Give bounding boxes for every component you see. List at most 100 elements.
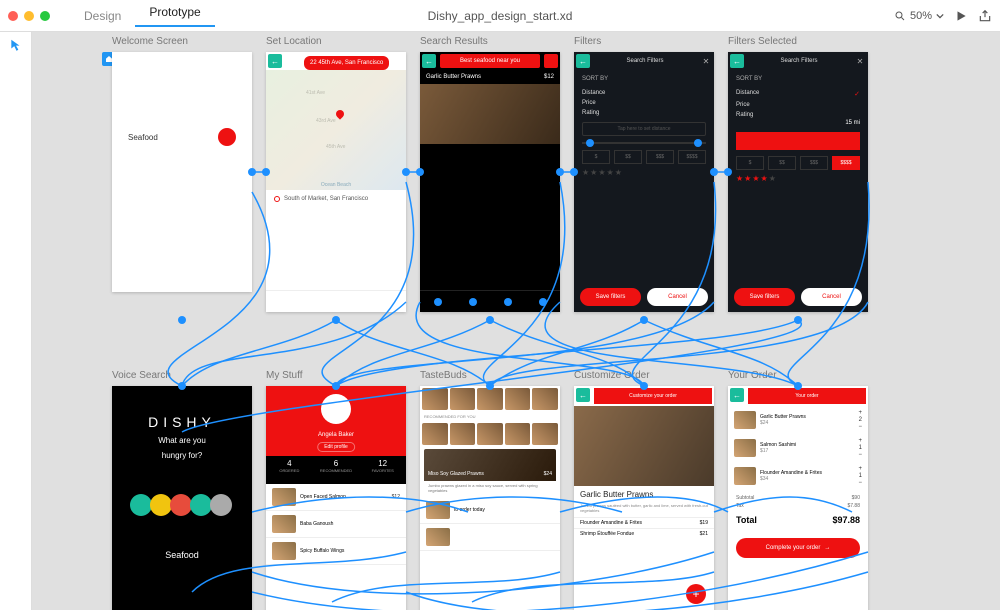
artboard-label[interactable]: Voice Search: [112, 370, 171, 381]
maximize-window-button[interactable]: [40, 11, 50, 21]
artboard-label[interactable]: TasteBuds: [420, 370, 467, 381]
artboard-label[interactable]: Search Results: [420, 36, 488, 47]
cart-item[interactable]: Garlic Butter Prawns$24+2−: [728, 406, 868, 434]
tab-bar[interactable]: [420, 290, 560, 312]
back-button[interactable]: ←: [730, 54, 744, 68]
stat-favorites[interactable]: 12favorites: [359, 456, 406, 484]
addon-row[interactable]: Flounder Amandine & Frites$19: [574, 517, 714, 528]
distance-input[interactable]: Tap here to set distance: [582, 122, 706, 136]
list-item[interactable]: Baba Ganoush: [266, 511, 406, 538]
artboard-voice-search[interactable]: Voice Search DISHY What are you hungry f…: [112, 386, 252, 610]
cancel-button[interactable]: Cancel: [647, 288, 708, 306]
zoom-control[interactable]: 50%: [894, 10, 944, 22]
sort-option-distance[interactable]: Distance: [574, 88, 714, 98]
list-item[interactable]: Spicy Buffalo Wings: [266, 538, 406, 565]
recommendation-strip[interactable]: [420, 421, 560, 447]
search-title-bar[interactable]: Best seafood near you: [440, 54, 540, 68]
quantity-stepper[interactable]: +1−: [858, 438, 862, 458]
dish-card[interactable]: Miso Soy Glazed Prawns$24 Jumbo prawns g…: [424, 449, 556, 495]
list-item[interactable]: to order today: [420, 497, 560, 524]
close-button[interactable]: ✕: [700, 55, 712, 67]
tab-item[interactable]: [504, 298, 512, 306]
artboard-label[interactable]: Filters: [574, 36, 601, 47]
recommendation-strip[interactable]: [420, 386, 560, 412]
back-button[interactable]: ←: [730, 388, 744, 402]
sort-option-rating[interactable]: Rating: [574, 108, 714, 118]
distance-slider-filled[interactable]: [736, 132, 860, 150]
sort-option-price[interactable]: Price: [728, 100, 868, 110]
back-button[interactable]: ←: [422, 54, 436, 68]
rating-stars[interactable]: ★★★★★: [736, 174, 860, 183]
artboard-welcome-screen[interactable]: Welcome Screen Seafood: [112, 52, 252, 292]
artboard-set-location[interactable]: Set Location ← 22 45th Ave, San Francisc…: [266, 52, 406, 312]
artboard-label[interactable]: Set Location: [266, 36, 322, 47]
tab-item[interactable]: [434, 298, 442, 306]
sort-option-rating[interactable]: Rating: [728, 110, 868, 120]
artboard-label[interactable]: Filters Selected: [728, 36, 797, 47]
share-icon[interactable]: [978, 9, 992, 23]
minimize-window-button[interactable]: [24, 11, 34, 21]
quantity-stepper[interactable]: +1−: [858, 466, 862, 486]
artboard-label[interactable]: My Stuff: [266, 370, 303, 381]
artboard-search-results[interactable]: Search Results ← Best seafood near you G…: [420, 52, 560, 312]
back-button[interactable]: ←: [576, 388, 590, 402]
save-filters-button[interactable]: Save filters: [734, 288, 795, 306]
close-window-button[interactable]: [8, 11, 18, 21]
rating-stars[interactable]: ★★★★★: [582, 168, 706, 177]
quantity-stepper[interactable]: +2−: [858, 410, 862, 430]
tab-item[interactable]: [469, 298, 477, 306]
save-filters-button[interactable]: Save filters: [580, 288, 641, 306]
sort-option-distance[interactable]: Distance✓: [728, 88, 868, 100]
filter-title: Search Filters: [746, 58, 852, 64]
select-tool-icon[interactable]: [9, 38, 23, 52]
addon-row[interactable]: Shrimp Étouffée Fondue$21: [574, 528, 714, 539]
price-tier-2[interactable]: $$: [614, 150, 642, 164]
price-tier-4[interactable]: $$$$: [832, 156, 860, 170]
price-tier-1[interactable]: $: [582, 150, 610, 164]
section-label: SORT BY: [574, 70, 714, 88]
price-tier-3[interactable]: $$$: [800, 156, 828, 170]
artboard-label[interactable]: Welcome Screen: [112, 36, 188, 47]
close-button[interactable]: ✕: [854, 55, 866, 67]
edit-profile-button[interactable]: Edit profile: [317, 442, 355, 452]
price-tier-1[interactable]: $: [736, 156, 764, 170]
tab-item[interactable]: [539, 298, 547, 306]
filter-button[interactable]: [544, 54, 558, 68]
back-button[interactable]: ←: [268, 54, 282, 68]
voice-prompt-line2: hungry for?: [112, 451, 252, 460]
artboard-tastebuds[interactable]: TasteBuds RECOMMENDED FOR YOU Miso Soy G…: [420, 386, 560, 610]
artboard-filters[interactable]: Filters ← Search Filters ✕ SORT BY Dista…: [574, 52, 714, 312]
address-bar[interactable]: 22 45th Ave, San Francisco: [304, 56, 389, 70]
avatar[interactable]: [321, 394, 351, 424]
prototype-canvas[interactable]: Welcome Screen Seafood Set Location ← 22…: [32, 32, 1000, 610]
location-result[interactable]: South of Market, San Francisco: [266, 190, 406, 208]
list-item[interactable]: [420, 524, 560, 551]
voice-button[interactable]: [218, 128, 236, 146]
distance-slider[interactable]: [582, 142, 706, 144]
cancel-button[interactable]: Cancel: [801, 288, 862, 306]
result-image[interactable]: [420, 84, 560, 144]
play-icon[interactable]: [954, 9, 968, 23]
price-tier-3[interactable]: $$$: [646, 150, 674, 164]
back-button[interactable]: ←: [576, 54, 590, 68]
artboard-your-order[interactable]: Your Order ←Your order Garlic Butter Pra…: [728, 386, 868, 610]
price-tier-4[interactable]: $$$$: [678, 150, 706, 164]
price-tier-2[interactable]: $$: [768, 156, 796, 170]
cart-item[interactable]: Flounder Amandine & Frites$34+1−: [728, 462, 868, 490]
artboard-customize-order[interactable]: Customize Order ←Customize your order Ga…: [574, 386, 714, 610]
stat-recommended[interactable]: 6recommended: [313, 456, 360, 484]
artboard-label[interactable]: Customize Order: [574, 370, 650, 381]
tab-bar[interactable]: [266, 290, 406, 312]
stat-ordered[interactable]: 4ordered: [266, 456, 313, 484]
artboard-my-stuff[interactable]: My Stuff Angela Baker Edit profile 4orde…: [266, 386, 406, 610]
map-view[interactable]: 41st Ave 43rd Ave 45th Ave Ocean Beach: [266, 70, 406, 190]
sort-option-price[interactable]: Price: [574, 98, 714, 108]
tab-design[interactable]: Design: [70, 9, 135, 23]
list-item[interactable]: Open Faced Salmon$12: [266, 484, 406, 511]
cart-item[interactable]: Salmon Sashimi$17+1−: [728, 434, 868, 462]
complete-order-button[interactable]: Complete your order→: [736, 538, 860, 558]
artboard-filters-selected[interactable]: Filters Selected ← Search Filters ✕ SORT…: [728, 52, 868, 312]
add-to-cart-fab[interactable]: +: [686, 584, 706, 604]
tab-prototype[interactable]: Prototype: [135, 5, 214, 27]
artboard-label[interactable]: Your Order: [728, 370, 777, 381]
